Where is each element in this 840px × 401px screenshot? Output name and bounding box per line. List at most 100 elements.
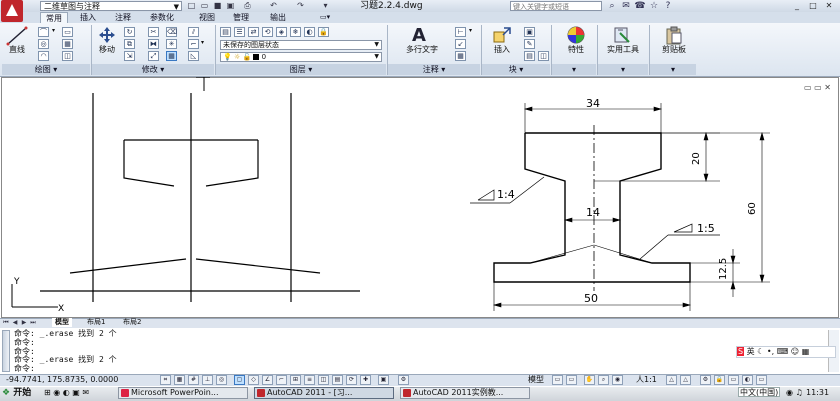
last-tab-icon[interactable]: ⏭ <box>29 318 37 327</box>
tab-home[interactable]: 常用 <box>40 12 68 23</box>
favorites-icon[interactable]: ☆ <box>648 0 660 12</box>
chamfer-icon[interactable]: ◺ <box>188 51 199 61</box>
search-input[interactable]: 键入关键字或短语 <box>510 1 602 11</box>
undo-icon[interactable]: ↶ <box>268 1 279 11</box>
clipboard-panel-title[interactable]: ▾ <box>650 64 696 75</box>
left-upper-flange[interactable] <box>123 140 175 187</box>
tab-parametric[interactable]: 参数化 <box>145 12 179 23</box>
first-tab-icon[interactable]: ⏮ <box>2 318 10 327</box>
ribbon-minimize-icon[interactable]: ▭▾ <box>315 12 335 23</box>
block-attribute-icon[interactable]: ▤ <box>524 51 535 61</box>
offset-icon[interactable]: ⫽ <box>188 27 199 37</box>
cursor-coordinates[interactable]: -94.7741, 175.8735, 0.0000 <box>6 374 118 386</box>
lineweight-button[interactable]: ≡ <box>304 375 315 385</box>
stretch-icon[interactable]: ⇲ <box>124 51 135 61</box>
explode-icon[interactable]: ✳ <box>166 39 177 49</box>
ime-toolbar[interactable]: S 英 ☾ •, ⌨ ☺ ▦ <box>736 346 836 358</box>
array-icon[interactable]: ▦ <box>166 51 177 61</box>
right-upper-flange[interactable] <box>205 140 259 187</box>
block-define-icon[interactable]: ◫ <box>538 51 549 61</box>
infer-constraints-button[interactable]: ⌗ <box>160 375 171 385</box>
start-button[interactable]: ❖ 开始 <box>2 387 40 399</box>
line-tool-icon[interactable] <box>6 26 28 46</box>
workspace-status-button[interactable]: ⚙ <box>398 375 409 385</box>
block-panel-title[interactable]: 块 ▾ <box>482 64 550 75</box>
snap-button[interactable]: ▦ <box>174 375 185 385</box>
command-window-grip[interactable] <box>2 330 10 372</box>
draw-panel-title[interactable]: 绘图 ▾ <box>2 64 90 75</box>
task-powerpoint[interactable]: Microsoft PowerPoin... <box>118 387 248 399</box>
circle-icon[interactable]: ◎ <box>38 39 49 49</box>
draw-dropdown-icon[interactable]: ▾ <box>52 27 55 34</box>
tab-view[interactable]: 视图 <box>194 12 220 23</box>
utilities-icon[interactable] <box>612 25 632 45</box>
qp-button[interactable]: ▤ <box>332 375 343 385</box>
create-block-icon[interactable]: ▣ <box>524 27 535 37</box>
command-prompt[interactable]: 命令: <box>14 364 35 373</box>
task-autocad-2[interactable]: AutoCAD 2011实例教... <box>400 387 530 399</box>
region-icon[interactable]: ◫ <box>62 51 73 61</box>
trim-icon[interactable]: ✂ <box>148 27 159 37</box>
model-space-label[interactable]: 模型 <box>528 374 544 386</box>
copy-icon[interactable]: ⧉ <box>124 39 135 49</box>
layer-lock-icon[interactable]: 🔒 <box>318 27 329 37</box>
saveas-icon[interactable]: ▣ <box>225 1 236 11</box>
clean-screen-button[interactable]: ▭ <box>756 375 767 385</box>
command-window[interactable] <box>0 328 840 375</box>
mtext-icon[interactable]: A <box>412 25 426 46</box>
help-icon[interactable]: ? <box>662 0 674 12</box>
layer-match-icon[interactable]: ⇄ <box>248 27 259 37</box>
quick-view-layouts-button[interactable]: ▭ <box>552 375 563 385</box>
layer-freeze-icon[interactable]: ❄ <box>290 27 301 37</box>
layer-state-icon[interactable]: ☰ <box>234 27 245 37</box>
tab-model[interactable]: 模型 <box>52 318 72 327</box>
rotate-icon[interactable]: ↻ <box>124 27 135 37</box>
annotation-scale[interactable]: 人1:1 <box>636 374 657 386</box>
modify-panel-title[interactable]: 修改 ▾ <box>92 64 214 75</box>
search-icon[interactable]: ⌕ <box>606 0 618 12</box>
tab-output[interactable]: 输出 <box>265 12 291 23</box>
tab-layout2[interactable]: 布局2 <box>120 318 144 327</box>
insert-block-icon[interactable] <box>492 26 512 44</box>
layer-previous-icon[interactable]: ⟲ <box>262 27 273 37</box>
dyn-button[interactable]: ⊞ <box>290 375 301 385</box>
transparency-button[interactable]: ◫ <box>318 375 329 385</box>
prev-tab-icon[interactable]: ◀ <box>11 318 19 327</box>
tab-insert[interactable]: 插入 <box>75 12 101 23</box>
steering-wheel-button[interactable]: ◉ <box>612 375 623 385</box>
layer-state-dropdown[interactable]: 未保存的图层状态 ▼ <box>220 40 382 50</box>
erase-icon[interactable]: ⌫ <box>166 27 177 37</box>
task-autocad-1[interactable]: AutoCAD 2011 - [习... <box>254 387 394 399</box>
fillet-icon[interactable]: ⌐ <box>188 39 199 49</box>
layer-off-icon[interactable]: ◐ <box>304 27 315 37</box>
ortho-button[interactable]: ⊥ <box>202 375 213 385</box>
polar-button[interactable]: ◎ <box>216 375 227 385</box>
quick-view-drawings-button[interactable]: ▭ <box>566 375 577 385</box>
autocad-logo-icon[interactable] <box>1 0 23 22</box>
auto-scale-button[interactable]: △ <box>680 375 691 385</box>
layer-isolate-icon[interactable]: ◈ <box>276 27 287 37</box>
tab-annotate[interactable]: 注释 <box>110 12 136 23</box>
communication-icon[interactable]: ☎ <box>634 0 646 12</box>
move-icon[interactable] <box>97 26 117 44</box>
hatch-icon[interactable]: ▦ <box>62 39 73 49</box>
isolate-objects-button[interactable]: ◐ <box>742 375 753 385</box>
ducs-button[interactable]: ⌐ <box>276 375 287 385</box>
workspace-switch-button[interactable]: ⚙ <box>700 375 711 385</box>
selection-cycling-button[interactable]: ⟳ <box>346 375 357 385</box>
tab-layout1[interactable]: 布局1 <box>84 318 108 327</box>
dim-dropdown-icon[interactable]: ▾ <box>469 27 472 34</box>
next-tab-icon[interactable]: ▶ <box>20 318 28 327</box>
arc-icon[interactable]: ◠ <box>38 51 49 61</box>
hardware-accel-button[interactable]: ▭ <box>728 375 739 385</box>
left-lower-slope[interactable] <box>69 258 187 274</box>
utilities-panel-title[interactable]: ▾ <box>598 64 648 75</box>
properties-icon[interactable] <box>566 25 586 45</box>
3d-osnap-button[interactable]: ◇ <box>248 375 259 385</box>
pan-button[interactable]: ✋ <box>584 375 595 385</box>
redo-icon[interactable]: ↷ <box>295 1 306 11</box>
polyline-icon[interactable]: ⌒ <box>38 27 49 37</box>
save-icon[interactable]: ■ <box>212 1 223 11</box>
toolbar-lock-button[interactable]: 🔒 <box>714 375 725 385</box>
table-icon[interactable]: ▦ <box>455 51 466 61</box>
